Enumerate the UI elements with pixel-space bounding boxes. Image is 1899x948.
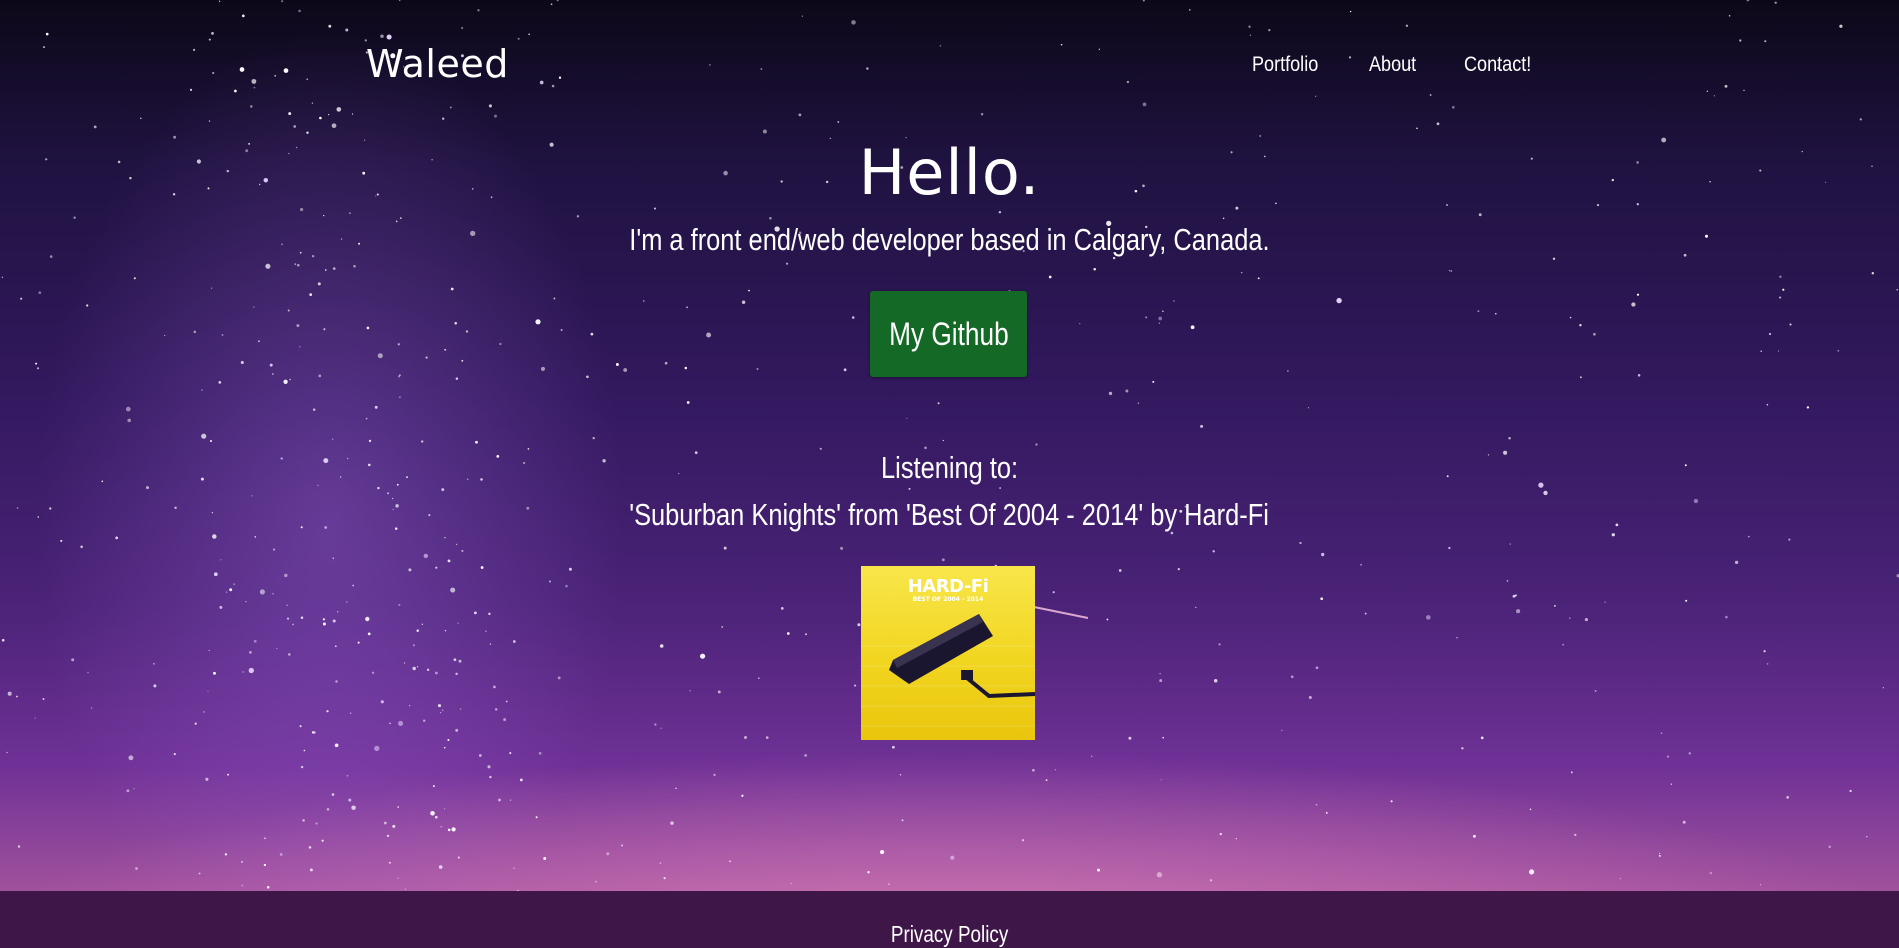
listening-label: Listening to: [0,450,1899,486]
hero-tagline: I'm a front end/web developer based in C… [0,222,1899,258]
nav-link-contact[interactable]: Contact! [1464,53,1531,77]
album-art: HARD-Fi BEST OF 2004 - 2014 [861,566,1035,740]
privacy-policy-link[interactable]: Privacy Policy [0,921,1899,948]
nav-links: Portfolio About Contact! [1252,53,1542,77]
album-art-title: HARD-Fi [907,576,989,597]
listening-label-text: Listening to: [880,450,1019,485]
hero-background: Waleed Portfolio About Contact! Hello. I… [0,0,1899,891]
hero-tagline-text: I'm a front end/web developer based in C… [629,222,1270,257]
now-playing-track-text: 'Suburban Knights' from 'Best Of 2004 - … [629,497,1270,532]
now-playing-track: 'Suburban Knights' from 'Best Of 2004 - … [0,497,1899,533]
github-button[interactable]: My Github [870,291,1027,377]
nav-link-portfolio[interactable]: Portfolio [1252,53,1318,77]
shooting-star [989,597,1089,619]
top-nav: Waleed Portfolio About Contact! [0,0,1899,130]
footer: Privacy Policy [0,891,1899,948]
brand-logo[interactable]: Waleed [366,42,509,86]
nav-link-about[interactable]: About [1369,53,1416,77]
album-art-subtitle: BEST OF 2004 - 2014 [912,596,984,603]
github-button-label: My Github [888,315,1009,352]
hero-heading: Hello. [858,136,1041,209]
privacy-policy-label: Privacy Policy [890,921,1009,947]
